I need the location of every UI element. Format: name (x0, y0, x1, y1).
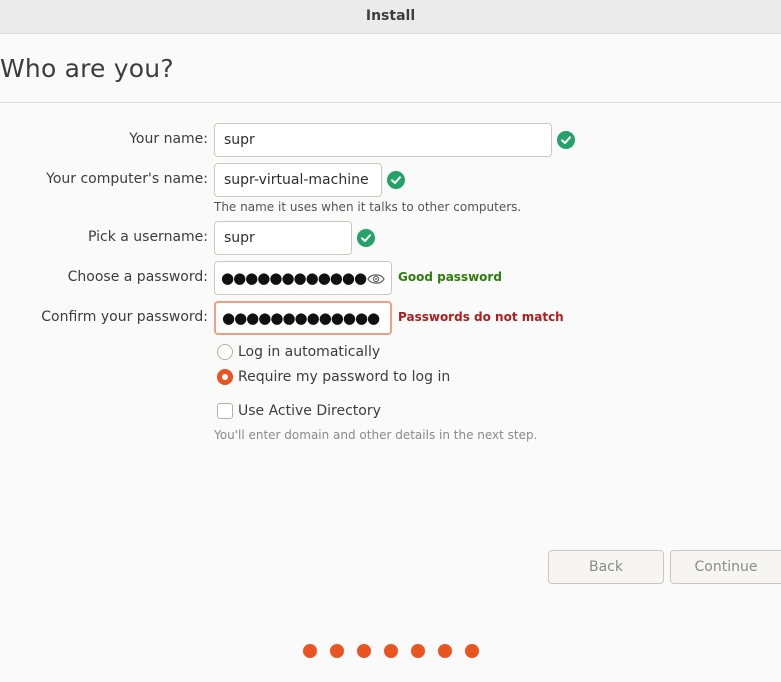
computer-name-input[interactable]: supr-virtual-machine (214, 163, 382, 197)
computer-name-valid-icon (387, 171, 405, 189)
password-strength-text: Good password (398, 270, 502, 284)
confirm-password-label: Confirm your password: (41, 309, 208, 325)
username-valid-icon (357, 229, 375, 247)
progress-dot (465, 644, 479, 658)
progress-dots (303, 644, 492, 658)
password-masked-value: ●●●●●●●●●●●● (221, 269, 367, 287)
window-titlebar: Install (0, 0, 781, 34)
name-valid-icon (557, 131, 575, 149)
username-label: Pick a username: (87, 229, 208, 245)
login-automatically-label: Log in automatically (238, 344, 381, 360)
progress-dot (438, 644, 452, 658)
progress-dot (384, 644, 398, 658)
username-input[interactable]: supr (214, 221, 352, 255)
active-directory-label: Use Active Directory (238, 403, 381, 419)
login-automatically-option[interactable]: Log in automatically (217, 342, 380, 362)
require-password-label: Require my password to log in (238, 369, 451, 385)
page-title: Who are you? (0, 54, 174, 83)
confirm-password-masked-value: ●●●●●●●●●●●●● (222, 309, 380, 327)
active-directory-checkbox[interactable] (217, 403, 233, 419)
computer-name-hint: The name it uses when it talks to other … (214, 200, 522, 214)
password-mismatch-text: Passwords do not match (398, 310, 564, 324)
continue-button[interactable]: Continue (670, 550, 781, 584)
require-password-option[interactable]: Require my password to log in (217, 367, 450, 387)
login-automatically-radio[interactable] (217, 344, 233, 360)
name-input[interactable]: supr (214, 123, 552, 157)
back-button[interactable]: Back (548, 550, 664, 584)
password-input[interactable]: ●●●●●●●●●●●● (214, 261, 392, 295)
progress-dot (411, 644, 425, 658)
require-password-radio[interactable] (217, 369, 233, 385)
progress-dot (303, 644, 317, 658)
progress-dot (330, 644, 344, 658)
confirm-password-input[interactable]: ●●●●●●●●●●●●● (214, 301, 392, 335)
active-directory-option[interactable]: Use Active Directory (217, 401, 381, 421)
computer-name-label: Your computer's name: (46, 171, 208, 187)
progress-dot (357, 644, 371, 658)
password-label: Choose a password: (67, 269, 208, 285)
name-label: Your name: (129, 131, 208, 147)
eye-icon[interactable] (367, 271, 385, 285)
active-directory-hint: You'll enter domain and other details in… (214, 428, 538, 442)
window-title: Install (365, 8, 416, 24)
header-divider (0, 102, 781, 103)
